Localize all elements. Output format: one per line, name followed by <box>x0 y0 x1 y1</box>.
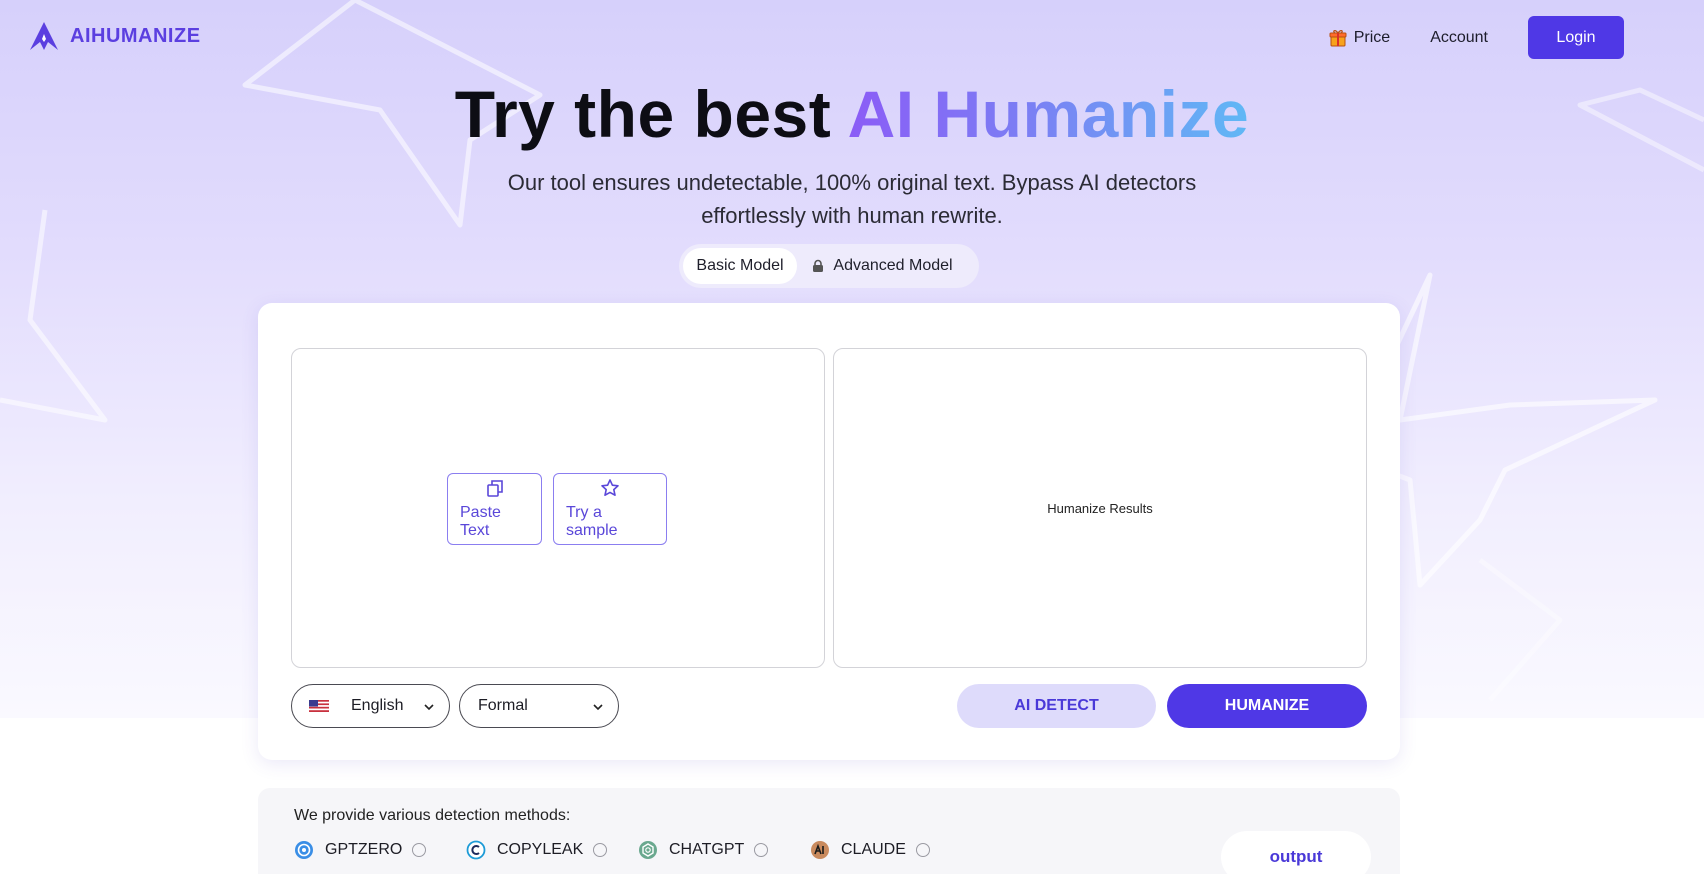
tone-value: Formal <box>478 697 528 714</box>
output-button[interactable]: output <box>1221 831 1371 874</box>
star-icon <box>601 479 619 496</box>
language-value: English <box>351 697 404 714</box>
claude-logo-icon <box>811 841 829 859</box>
hero-subtitle: Our tool ensures undetectable, 100% orig… <box>472 166 1232 232</box>
chatgpt-logo-icon <box>639 841 657 859</box>
method-gptzero-label: GPTZERO <box>325 841 403 858</box>
language-select[interactable]: English <box>291 684 450 728</box>
input-actions: Paste Text Try a sample <box>447 473 667 545</box>
brand-name: AIHUMANIZE <box>70 24 201 47</box>
login-button[interactable]: Login <box>1528 16 1624 59</box>
nav-price-label: Price <box>1353 28 1391 46</box>
method-chatgpt-radio[interactable] <box>754 843 769 857</box>
page: AIHUMANIZE Price Account Login Try the b… <box>0 0 1704 874</box>
copyleak-logo-icon <box>466 840 486 860</box>
method-claude[interactable]: CLAUDE <box>810 840 982 860</box>
tone-select[interactable]: Formal <box>459 684 619 728</box>
brand-logo[interactable]: AIHUMANIZE <box>28 20 201 52</box>
top-nav: Price Account Login <box>1328 16 1624 59</box>
hero-title: Try the best AI Humanize <box>0 76 1704 152</box>
nav-account[interactable]: Account <box>1430 29 1488 47</box>
us-flag-icon <box>309 700 329 712</box>
gift-icon <box>1329 29 1347 46</box>
tab-advanced-model-label: Advanced Model <box>833 257 953 274</box>
method-copyleak-label: COPYLEAK <box>497 841 584 858</box>
ai-detect-button[interactable]: AI DETECT <box>957 684 1156 728</box>
detection-methods-section: We provide various detection methods: GP… <box>258 788 1400 874</box>
hero-title-prefix: Try the best <box>454 77 848 151</box>
hero-subtitle-line2: effortlessly with human rewrite. <box>701 203 1003 228</box>
paste-text-button[interactable]: Paste Text <box>447 473 542 545</box>
method-copyleak[interactable]: COPYLEAK <box>466 840 638 860</box>
detection-methods-list: GPTZERO COPYLEAK CHATGPT CLAUDE <box>294 840 982 860</box>
method-chatgpt[interactable]: CHATGPT <box>638 840 810 860</box>
gptzero-logo-icon <box>295 841 313 859</box>
paste-text-label: Paste Text <box>460 504 501 539</box>
try-sample-label: Try a sample <box>566 504 618 539</box>
method-claude-radio[interactable] <box>915 843 930 857</box>
hero-subtitle-line1: Our tool ensures undetectable, 100% orig… <box>507 170 1197 195</box>
detection-title: We provide various detection methods: <box>294 807 571 824</box>
humanizer-card: Paste Text Try a sample Humanize Results <box>258 303 1400 760</box>
method-chatgpt-label: CHATGPT <box>669 841 745 858</box>
nav-price[interactable]: Price <box>1328 28 1390 48</box>
chevron-down-icon <box>424 704 434 711</box>
tab-advanced-model[interactable]: Advanced Model <box>797 248 967 284</box>
copy-icon <box>486 480 503 497</box>
results-placeholder: Humanize Results <box>1047 500 1153 516</box>
method-gptzero[interactable]: GPTZERO <box>294 840 466 860</box>
method-gptzero-radio[interactable] <box>412 843 427 857</box>
hero-title-ai: AI Humanize <box>847 77 1250 151</box>
try-sample-button[interactable]: Try a sample <box>553 473 667 545</box>
model-toggle: Basic Model Advanced Model <box>679 244 979 288</box>
humanize-button[interactable]: HUMANIZE <box>1167 684 1367 728</box>
results-panel: Humanize Results <box>833 348 1367 668</box>
input-text-area[interactable]: Paste Text Try a sample <box>291 348 825 668</box>
method-claude-label: CLAUDE <box>841 841 906 858</box>
chevron-down-icon <box>593 704 603 711</box>
tab-basic-model[interactable]: Basic Model <box>683 248 797 284</box>
method-copyleak-radio[interactable] <box>593 843 608 857</box>
lock-icon <box>813 259 824 272</box>
a-star-logo-icon <box>30 22 58 50</box>
